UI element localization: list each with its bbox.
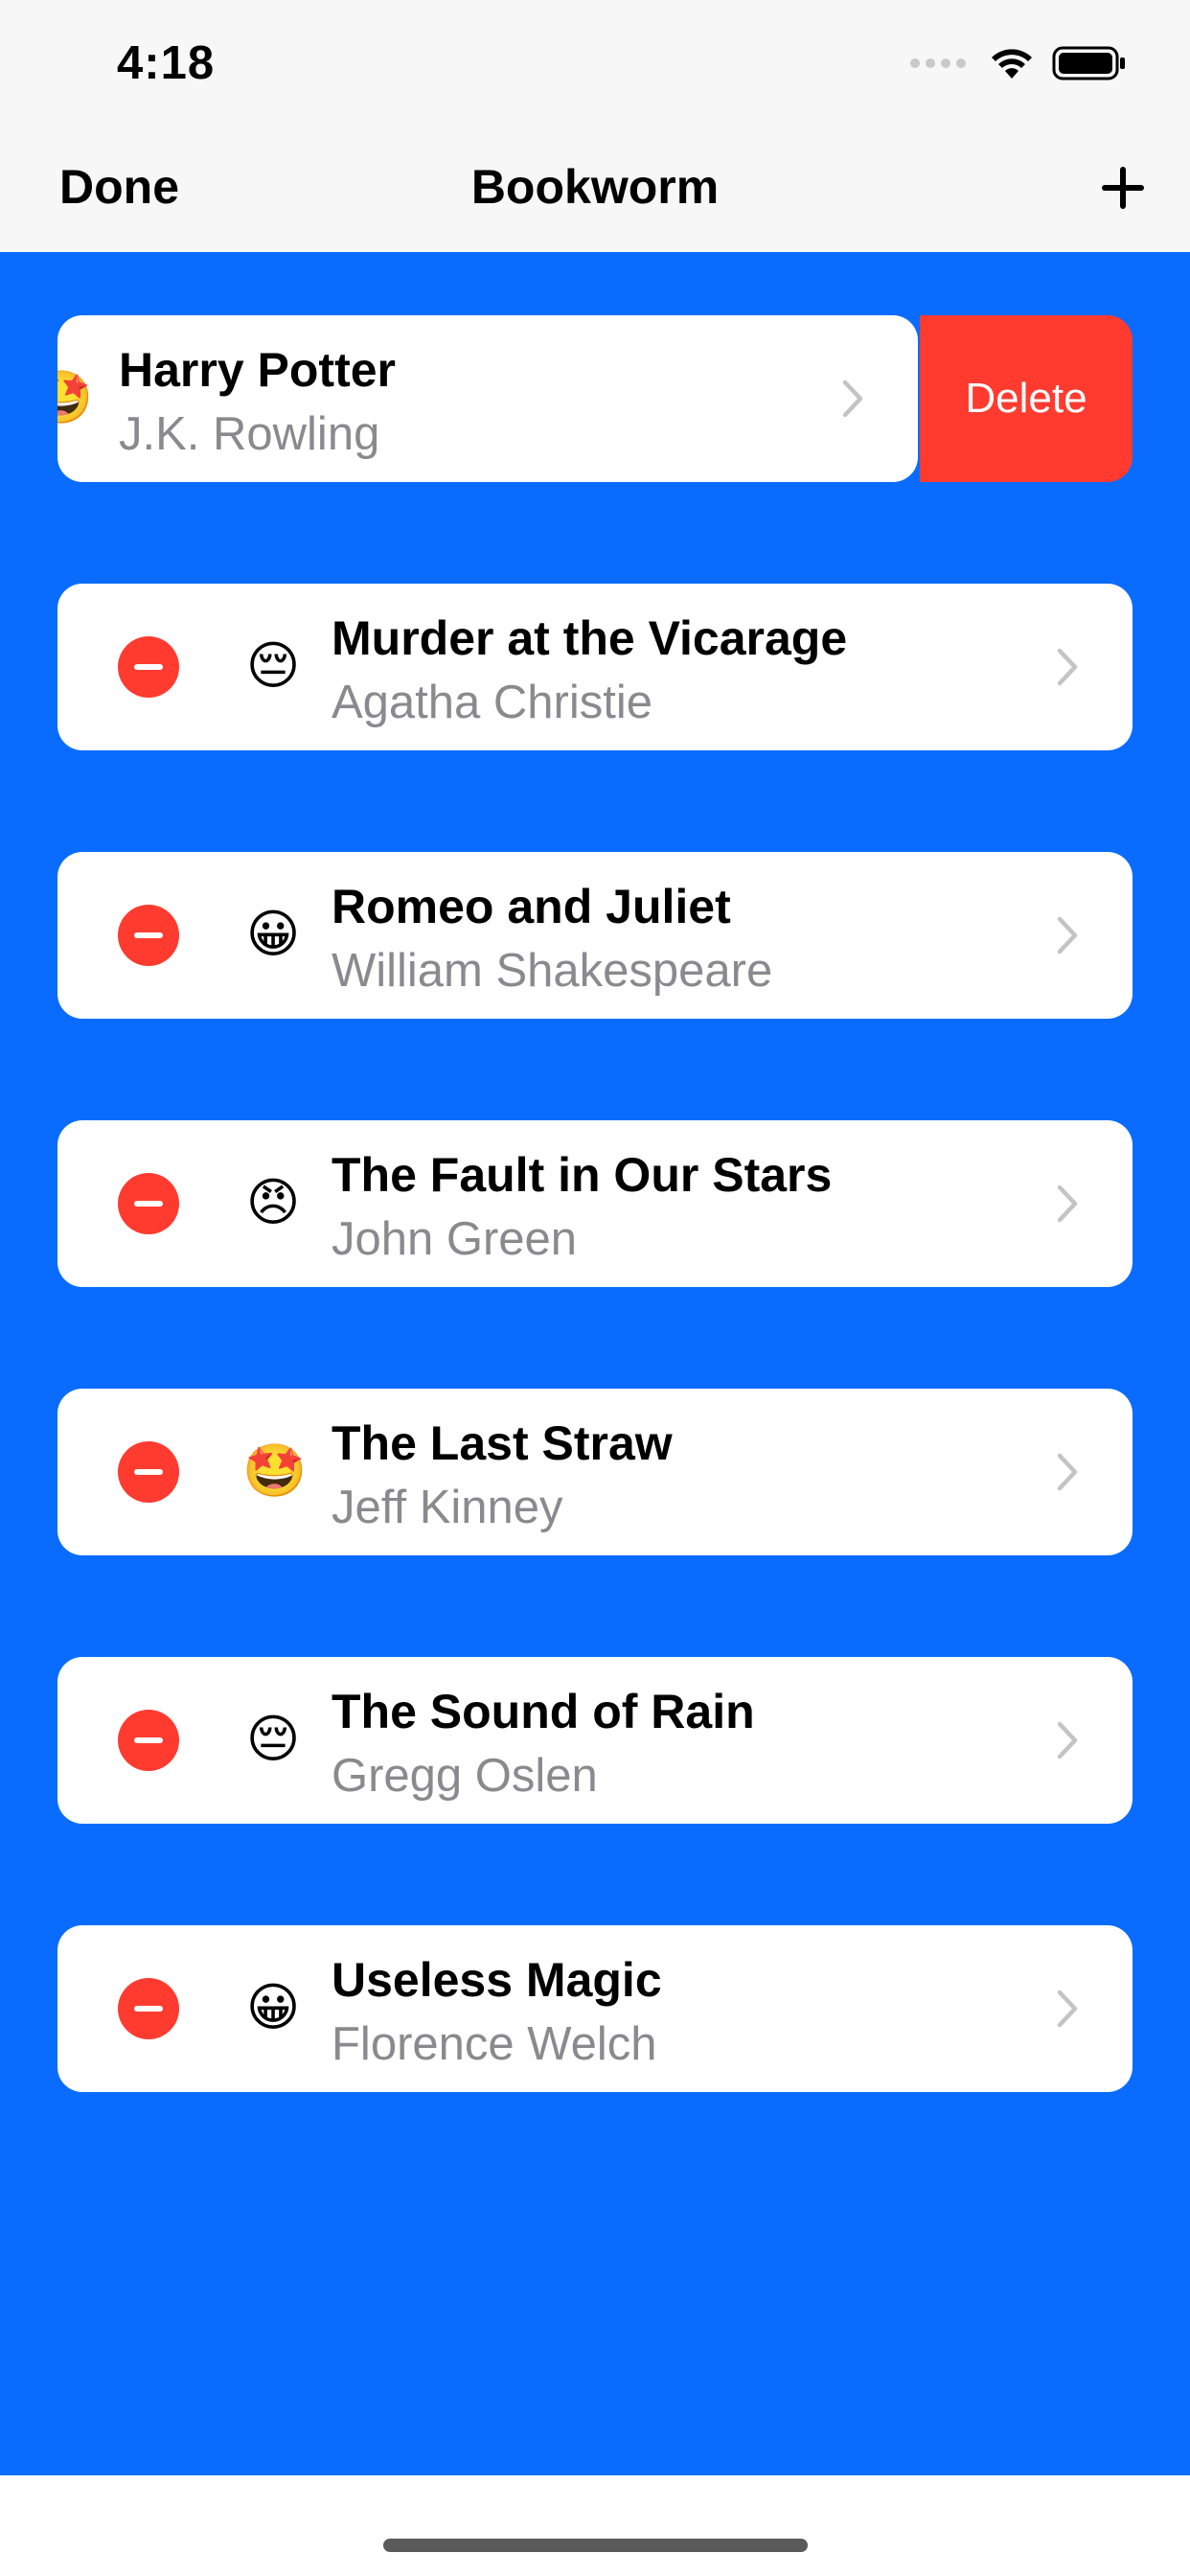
book-title: Useless Magic <box>332 1953 662 2007</box>
delete-minus-button[interactable] <box>118 636 179 698</box>
delete-minus-button[interactable] <box>118 1710 179 1771</box>
bottom-safe-area <box>0 2475 1190 2576</box>
delete-button[interactable]: Delete <box>920 315 1133 482</box>
wifi-icon <box>992 49 1032 79</box>
book-title: The Last Straw <box>332 1416 673 1470</box>
delete-minus-button[interactable] <box>118 1441 179 1503</box>
book-author: John Green <box>332 1213 578 1265</box>
navigation-bar: 4:18 Done Bookworm <box>0 0 1190 252</box>
book-title: Murder at the Vicarage <box>332 611 848 665</box>
chevron-right-icon <box>1057 1453 1078 1491</box>
book-author: Jeff Kinney <box>332 1482 563 1533</box>
add-book-button[interactable] <box>1096 161 1150 215</box>
delete-minus-button[interactable] <box>118 1173 179 1234</box>
chevron-right-icon <box>842 380 863 418</box>
book-author: Florence Welch <box>332 2018 657 2070</box>
rating-emoji: 😠 <box>245 1174 301 1231</box>
delete-minus-button[interactable] <box>118 905 179 966</box>
delete-minus-button[interactable] <box>118 1978 179 2039</box>
battery-icon <box>1052 46 1125 80</box>
list-item[interactable]: 😔 Murder at the Vicarage Agatha Christie <box>57 584 1133 750</box>
status-icons <box>910 44 1127 82</box>
list-item-swiped[interactable]: 🤩 Harry Potter J.K. Rowling <box>57 315 918 482</box>
page-title: Bookworm <box>470 160 720 214</box>
chevron-right-icon <box>1057 648 1078 686</box>
list-item[interactable]: 😠 The Fault in Our Stars John Green <box>57 1120 1133 1287</box>
rating-emoji: 😀 <box>245 906 301 963</box>
cellular-signal-icon <box>910 58 966 68</box>
book-author: Agatha Christie <box>332 677 653 728</box>
status-time: 4:18 <box>117 37 216 89</box>
list-item[interactable]: 🤩 The Last Straw Jeff Kinney <box>57 1389 1133 1555</box>
home-indicator[interactable] <box>383 2539 808 2552</box>
chevron-right-icon <box>1057 1721 1078 1760</box>
rating-emoji: 🤩 <box>57 369 94 426</box>
list-item[interactable]: 😔 The Sound of Rain Gregg Oslen <box>57 1657 1133 1824</box>
chevron-right-icon <box>1057 916 1078 954</box>
rating-emoji: 😀 <box>245 1979 301 2036</box>
book-title: The Sound of Rain <box>332 1685 755 1738</box>
list-item[interactable]: 😀 Useless Magic Florence Welch <box>57 1925 1133 2092</box>
book-title: Harry Potter <box>119 343 396 397</box>
chevron-right-icon <box>1057 1184 1078 1223</box>
rating-emoji: 😔 <box>245 637 301 695</box>
book-author: William Shakespeare <box>332 945 773 997</box>
book-author: Gregg Oslen <box>332 1750 598 1802</box>
book-title: Romeo and Juliet <box>332 880 731 933</box>
chevron-right-icon <box>1057 1990 1078 2028</box>
rating-emoji: 😔 <box>245 1711 301 1768</box>
rating-emoji: 🤩 <box>242 1442 308 1500</box>
book-author: J.K. Rowling <box>119 408 380 460</box>
book-title: The Fault in Our Stars <box>332 1148 833 1202</box>
list-item[interactable]: 😀 Romeo and Juliet William Shakespeare <box>57 852 1133 1019</box>
